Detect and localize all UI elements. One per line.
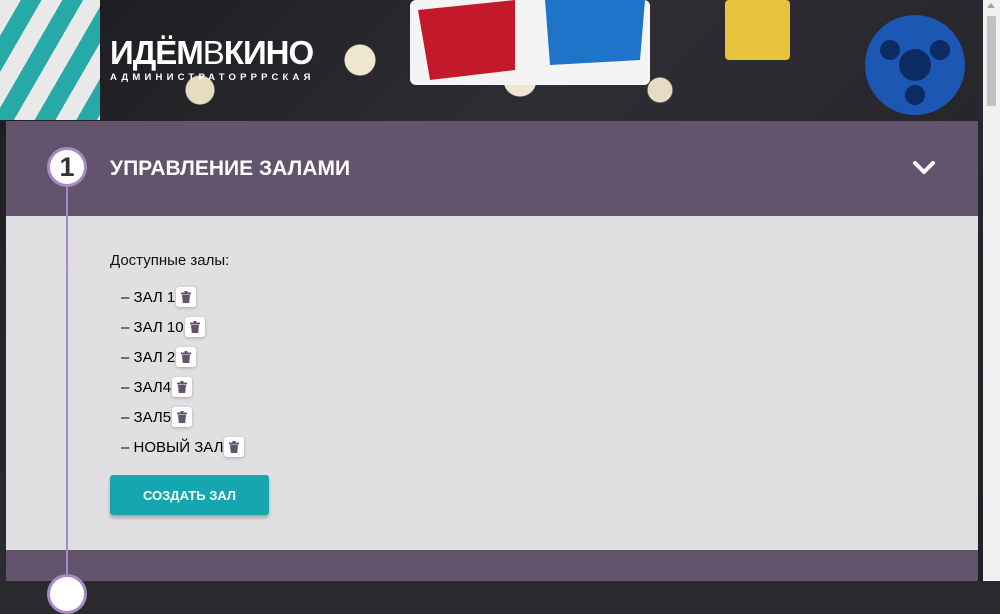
- step-number-badge-next: [47, 574, 87, 614]
- section-title: УПРАВЛЕНИЕ ЗАЛАМИ: [110, 157, 351, 180]
- hall-name: – ЗАЛ4: [121, 378, 172, 396]
- background-3d-glasses: [410, 0, 650, 85]
- trash-icon: [189, 321, 200, 333]
- section-header-next[interactable]: [6, 550, 978, 581]
- scrollbar-thumb[interactable]: [987, 16, 996, 106]
- logo-subtitle: АДМИНИСТРАТОРРРСКАЯ: [110, 72, 315, 83]
- delete-hall-button[interactable]: [172, 407, 193, 427]
- trash-icon: [177, 411, 188, 423]
- scroll-up-arrow-icon[interactable]: [987, 3, 995, 8]
- step-timeline-line: [66, 186, 68, 581]
- available-halls-label: Доступные залы:: [110, 252, 230, 269]
- scrollbar[interactable]: [983, 0, 1000, 581]
- logo[interactable]: ИДЁМВКИНО АДМИНИСТРАТОРРРСКАЯ: [110, 36, 315, 83]
- background-ticket: [725, 0, 790, 60]
- logo-title-part3: КИНО: [223, 34, 314, 71]
- hall-list-item: – ЗАЛ 1: [121, 282, 244, 312]
- delete-hall-button[interactable]: [176, 287, 197, 307]
- logo-title-part2: В: [202, 34, 225, 71]
- hall-name: – ЗАЛ5: [121, 408, 172, 426]
- hall-list-item: – ЗАЛ5: [121, 402, 244, 432]
- chevron-down-icon[interactable]: [911, 155, 937, 181]
- logo-title-part1: ИДЁМ: [110, 34, 204, 71]
- hall-list-item: – ЗАЛ4: [121, 372, 244, 402]
- trash-icon: [181, 291, 192, 303]
- hall-name: – ЗАЛ 10: [121, 318, 184, 336]
- step-number-badge: 1: [47, 147, 87, 187]
- hall-list: – ЗАЛ 1 – ЗАЛ 10 – ЗАЛ 2 – ЗАЛ4 – ЗАЛ5 –…: [121, 282, 245, 462]
- delete-hall-button[interactable]: [224, 437, 245, 457]
- hall-name: – НОВЫЙ ЗАЛ: [121, 438, 224, 456]
- hall-list-item: – ЗАЛ 10: [121, 312, 244, 342]
- create-hall-button[interactable]: СОЗДАТЬ ЗАЛ: [110, 475, 269, 515]
- hall-name: – ЗАЛ 2: [121, 348, 176, 366]
- trash-icon: [177, 381, 188, 393]
- hall-list-item: – НОВЫЙ ЗАЛ: [121, 432, 245, 462]
- trash-icon: [181, 351, 192, 363]
- trash-icon: [229, 441, 240, 453]
- background-popcorn-box: [0, 0, 100, 120]
- background-film-reel: [865, 15, 965, 115]
- delete-hall-button[interactable]: [184, 317, 205, 337]
- delete-hall-button[interactable]: [172, 377, 193, 397]
- hall-list-item: – ЗАЛ 2: [121, 342, 244, 372]
- logo-title: ИДЁМВКИНО: [110, 36, 315, 69]
- delete-hall-button[interactable]: [176, 347, 197, 367]
- hall-name: – ЗАЛ 1: [121, 288, 176, 306]
